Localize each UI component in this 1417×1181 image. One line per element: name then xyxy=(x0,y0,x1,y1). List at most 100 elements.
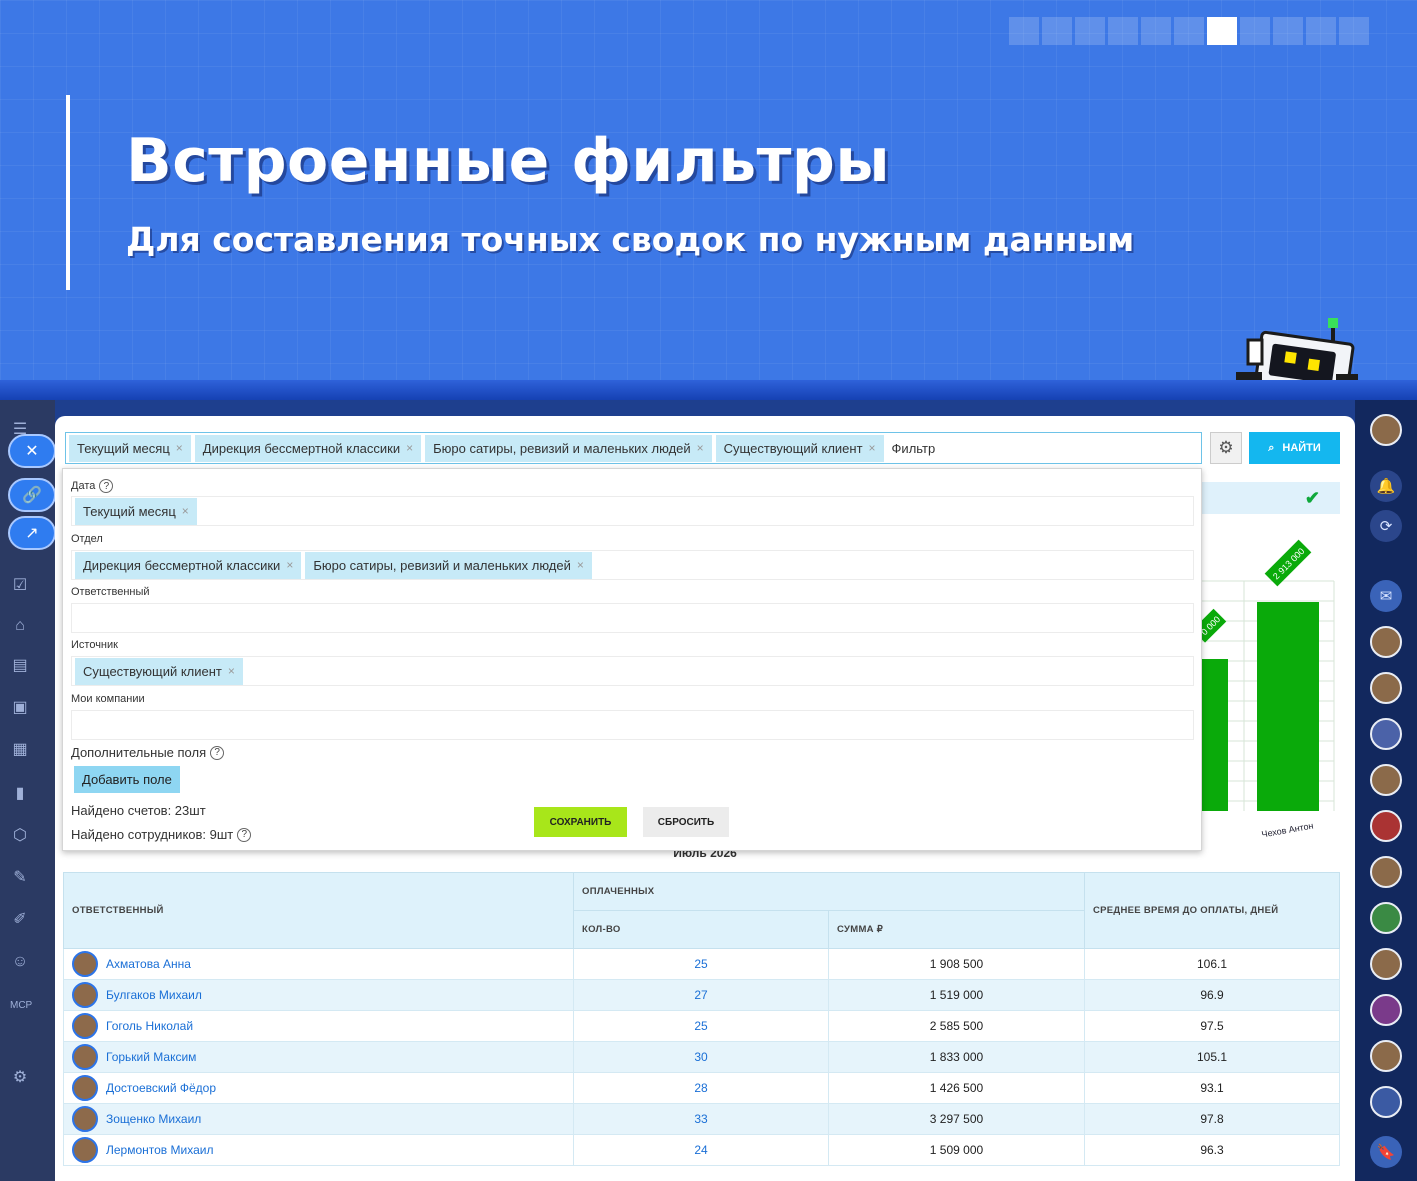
pager-dot[interactable] xyxy=(1141,17,1171,45)
person-name[interactable]: Булгаков Михаил xyxy=(106,988,202,1002)
bar-chart-icon[interactable]: ▮ xyxy=(10,784,30,804)
pager-dot[interactable] xyxy=(1306,17,1336,45)
document-icon[interactable]: ▤ xyxy=(10,656,30,676)
contact-avatar[interactable] xyxy=(1370,948,1402,980)
date-field[interactable]: Текущий месяц × xyxy=(71,496,1194,526)
link-float-button[interactable]: 🔗 xyxy=(8,478,56,512)
remove-chip-icon[interactable]: × xyxy=(286,558,293,572)
pager-dot[interactable] xyxy=(1273,17,1303,45)
person-link[interactable]: Гоголь Николай xyxy=(72,1013,565,1039)
cell-sum: 2 585 500 xyxy=(828,1010,1085,1042)
col-responsible[interactable]: ОТВЕТСТВЕННЫЙ xyxy=(63,872,574,949)
pencil-icon[interactable]: ✐ xyxy=(10,910,30,930)
contact-avatar[interactable] xyxy=(1370,1040,1402,1072)
person-name[interactable]: Горький Максим xyxy=(106,1050,196,1064)
department-field[interactable]: Дирекция бессмертной классики × Бюро сатир… xyxy=(71,550,1194,580)
person-link[interactable]: Ахматова Анна xyxy=(72,951,565,977)
help-icon[interactable]: ? xyxy=(210,745,225,760)
remove-chip-icon[interactable]: × xyxy=(406,441,413,455)
pager-dot[interactable] xyxy=(1075,17,1105,45)
contact-avatar[interactable] xyxy=(1370,1086,1402,1118)
help-icon[interactable]: ? xyxy=(237,827,252,842)
find-button[interactable]: ⌕ НАЙТИ xyxy=(1249,432,1340,464)
cell-count[interactable]: 25 xyxy=(573,1010,829,1042)
contact-avatar[interactable] xyxy=(1370,718,1402,750)
cell-count[interactable]: 27 xyxy=(573,979,829,1011)
filter-chip[interactable]: Бюро сатиры, ревизий и маленьких людей × xyxy=(425,434,712,462)
pager-dot[interactable] xyxy=(1108,17,1138,45)
gear-button[interactable]: ⚙ xyxy=(1210,432,1242,464)
person-link[interactable]: Зощенко Михаил xyxy=(72,1106,565,1132)
bookmark-icon[interactable]: 🔖 xyxy=(1370,1136,1402,1168)
messages-icon[interactable]: ✉ xyxy=(1370,580,1402,612)
edit-document-icon[interactable]: ✎ xyxy=(10,868,30,888)
remove-chip-icon[interactable]: × xyxy=(869,441,876,455)
tasks-icon[interactable]: ☑ xyxy=(10,576,30,596)
pager-dot[interactable] xyxy=(1207,17,1237,45)
reset-button[interactable]: СБРОСИТЬ xyxy=(643,807,729,837)
filter-chip[interactable]: Существующий клиент × xyxy=(715,434,884,462)
calendar-icon[interactable]: ▦ xyxy=(10,740,30,760)
pager-dot[interactable] xyxy=(1339,17,1369,45)
cell-count[interactable]: 25 xyxy=(573,948,829,980)
person-name[interactable]: Гоголь Николай xyxy=(106,1019,193,1033)
remove-chip-icon[interactable]: × xyxy=(697,441,704,455)
col-avg-days[interactable]: СРЕДНЕЕ ВРЕМЯ ДО ОПЛАТЫ, ДНЕЙ xyxy=(1084,872,1340,949)
open-external-float-button[interactable]: ↗ xyxy=(8,516,56,550)
search-input[interactable]: Фильтр xyxy=(892,441,936,456)
presentation-icon[interactable]: ▣ xyxy=(10,698,30,718)
person-link[interactable]: Булгаков Михаил xyxy=(72,982,565,1008)
person-link[interactable]: Лермонтов Михаил xyxy=(72,1137,565,1163)
person-link[interactable]: Достоевский Фёдор xyxy=(72,1075,565,1101)
save-button[interactable]: СОХРАНИТЬ xyxy=(534,807,627,837)
person-name[interactable]: Лермонтов Михаил xyxy=(106,1143,213,1157)
filter-chip[interactable]: Бюро сатиры, ревизий и маленьких людей × xyxy=(305,551,592,579)
pager-dot[interactable] xyxy=(1174,17,1204,45)
contact-avatar[interactable] xyxy=(1370,856,1402,888)
hexagon-icon[interactable]: ⬡ xyxy=(10,826,30,846)
col-sum[interactable]: СУММА ₽ xyxy=(828,910,1085,949)
remove-chip-icon[interactable]: × xyxy=(176,441,183,455)
bank-icon[interactable]: ⌂ xyxy=(10,616,30,636)
close-float-button[interactable]: ✕ xyxy=(8,434,56,468)
settings-icon[interactable]: ⚙ xyxy=(10,1068,30,1088)
person-name[interactable]: Ахматова Анна xyxy=(106,957,191,971)
contact-avatar[interactable] xyxy=(1370,994,1402,1026)
contact-avatar[interactable] xyxy=(1370,764,1402,796)
chat-sync-icon[interactable]: ⟳ xyxy=(1370,510,1402,542)
filter-search-bar[interactable]: Текущий месяц × Дирекция бессмертной класс… xyxy=(65,432,1202,464)
cell-count[interactable]: 30 xyxy=(573,1041,829,1073)
cell-count[interactable]: 28 xyxy=(573,1072,829,1104)
filter-chip[interactable]: Текущий месяц × xyxy=(75,497,197,525)
robot-icon[interactable]: ☺ xyxy=(10,952,30,972)
person-name[interactable]: Зощенко Михаил xyxy=(106,1112,201,1126)
companies-field[interactable] xyxy=(71,710,1194,740)
remove-chip-icon[interactable]: × xyxy=(577,558,584,572)
user-avatar[interactable] xyxy=(1370,414,1402,446)
contact-avatar[interactable] xyxy=(1370,626,1402,658)
filter-chip[interactable]: Дирекция бессмертной классики × xyxy=(75,551,302,579)
col-count[interactable]: КОЛ-ВО xyxy=(573,910,829,949)
person-name[interactable]: Достоевский Фёдор xyxy=(106,1081,216,1095)
extra-fields-row: Добавить поле xyxy=(71,764,1194,794)
cell-count[interactable]: 24 xyxy=(573,1134,829,1166)
pager-dot[interactable] xyxy=(1240,17,1270,45)
contact-avatar[interactable] xyxy=(1370,902,1402,934)
pager-dot[interactable] xyxy=(1009,17,1039,45)
help-icon[interactable]: ? xyxy=(99,479,114,493)
cell-count[interactable]: 33 xyxy=(573,1103,829,1135)
mcp-icon[interactable]: MCP xyxy=(10,996,32,1016)
filter-chip[interactable]: Существующий клиент × xyxy=(75,657,243,685)
contact-avatar[interactable] xyxy=(1370,810,1402,842)
remove-chip-icon[interactable]: × xyxy=(228,664,235,678)
responsible-field[interactable] xyxy=(71,603,1194,633)
source-field[interactable]: Существующий клиент × xyxy=(71,656,1194,686)
filter-chip[interactable]: Текущий месяц × xyxy=(69,434,191,462)
remove-chip-icon[interactable]: × xyxy=(182,504,189,518)
add-field-button[interactable]: Добавить поле xyxy=(74,765,180,793)
filter-chip[interactable]: Дирекция бессмертной классики × xyxy=(194,434,422,462)
person-link[interactable]: Горький Максим xyxy=(72,1044,565,1070)
pager-dot[interactable] xyxy=(1042,17,1072,45)
bell-icon[interactable]: 🔔 xyxy=(1370,470,1402,502)
contact-avatar[interactable] xyxy=(1370,672,1402,704)
